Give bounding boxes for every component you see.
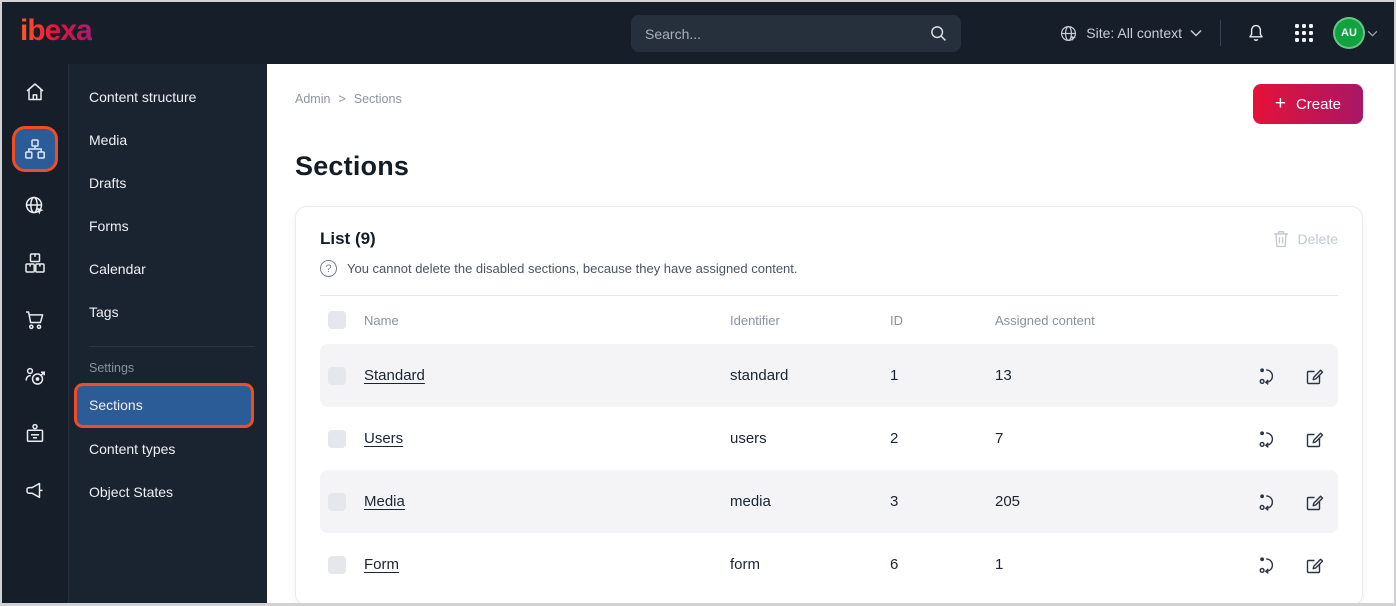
site-context-label: Site: All context (1086, 25, 1182, 41)
column-header-name: Name (364, 312, 399, 328)
list-info-text: You cannot delete the disabled sections,… (347, 261, 798, 276)
cart-icon[interactable] (15, 300, 55, 340)
notifications-bell-icon[interactable] (1239, 16, 1273, 50)
section-name-link[interactable]: Media (364, 493, 405, 510)
edit-icon[interactable] (1304, 429, 1324, 449)
badge-icon[interactable] (15, 414, 55, 454)
icon-rail (2, 64, 69, 603)
select-checkbox[interactable] (328, 555, 346, 574)
topbar-right-cluster: Site: All context AU (1059, 16, 1378, 50)
sidebar-item-forms[interactable]: Forms (69, 205, 267, 248)
section-id: 1 (890, 367, 899, 384)
section-assigned-content: 205 (995, 493, 1021, 510)
sidebar-item-content-types[interactable]: Content types (69, 428, 267, 471)
edit-icon[interactable] (1304, 366, 1324, 386)
global-search (631, 15, 961, 52)
section-identifier: standard (730, 367, 789, 384)
column-header-id: ID (890, 312, 903, 328)
select-all-checkbox[interactable] (328, 311, 346, 329)
ibexa-logo[interactable]: ibexa (20, 16, 93, 50)
search-icon[interactable] (927, 23, 949, 45)
list-header: List (9) (320, 229, 376, 248)
person-target-icon[interactable] (15, 357, 55, 397)
sidebar-item-sections[interactable]: Sections (77, 386, 251, 425)
list-info: ? You cannot delete the disabled section… (320, 260, 1338, 277)
chevron-down-icon (1367, 30, 1378, 37)
section-identifier: media (730, 493, 771, 510)
user-menu[interactable]: AU (1335, 19, 1378, 47)
sidebar-item-object-states[interactable]: Object States (69, 471, 267, 514)
breadcrumb-admin[interactable]: Admin (295, 92, 330, 106)
section-name-link[interactable]: Form (364, 556, 399, 573)
site-context-switcher[interactable]: Site: All context (1059, 24, 1202, 43)
plus-icon: + (1274, 92, 1286, 114)
assign-content-icon[interactable] (1258, 492, 1278, 512)
delete-button[interactable]: Delete (1273, 230, 1338, 248)
edit-icon[interactable] (1304, 555, 1324, 575)
assign-content-icon[interactable] (1258, 366, 1278, 386)
section-id: 2 (890, 430, 899, 447)
app-window: ibexa Site: All context (0, 0, 1396, 606)
section-assigned-content: 13 (995, 367, 1012, 384)
column-header-identifier: Identifier (730, 312, 780, 328)
column-header-assigned-content: Assigned content (995, 312, 1095, 328)
topbar-divider (1220, 20, 1221, 46)
page-title: Sections (295, 151, 410, 181)
sidebar-item-media[interactable]: Media (69, 119, 267, 162)
breadcrumb-separator: > (338, 92, 346, 106)
search-input[interactable] (645, 25, 927, 42)
sidebar-item-drafts[interactable]: Drafts (69, 162, 267, 205)
section-name-link[interactable]: Users (364, 430, 403, 447)
sidebar-item-calendar[interactable]: Calendar (69, 248, 267, 291)
create-button[interactable]: + Create (1252, 84, 1363, 124)
globe-icon (1059, 24, 1078, 43)
section-id: 3 (890, 493, 899, 510)
table-row: Standard standard 1 13 (320, 344, 1338, 407)
select-checkbox[interactable] (328, 366, 346, 385)
top-bar: ibexa Site: All context (2, 2, 1394, 64)
table-row: Form form 6 1 (320, 533, 1338, 596)
section-identifier: users (730, 430, 767, 447)
home-icon[interactable] (15, 72, 55, 112)
select-checkbox[interactable] (328, 492, 346, 511)
breadcrumb-sections: Sections (353, 92, 402, 106)
section-assigned-content: 7 (995, 430, 1004, 447)
megaphone-icon[interactable] (15, 471, 55, 511)
content-structure-tree-icon[interactable] (15, 129, 55, 169)
settings-section-header: Settings (89, 361, 135, 375)
avatar: AU (1335, 19, 1363, 47)
globe-pointer-icon[interactable] (15, 186, 55, 226)
chevron-down-icon (1190, 29, 1202, 37)
edit-icon[interactable] (1304, 492, 1324, 512)
boxes-icon[interactable] (15, 243, 55, 283)
main-content: Admin > Sections + Create Sections List … (267, 64, 1394, 603)
breadcrumb: Admin > Sections (295, 92, 402, 106)
table-header: Name Identifier ID Assigned content (320, 296, 1338, 344)
sidebar-item-content-structure[interactable]: Content structure (69, 76, 267, 119)
trash-icon (1273, 230, 1289, 248)
section-assigned-content: 1 (995, 556, 1004, 573)
table-row: Users users 2 7 (320, 407, 1338, 470)
help-circle-icon: ? (320, 260, 337, 277)
app-grid-icon[interactable] (1287, 16, 1321, 50)
select-checkbox[interactable] (328, 429, 346, 448)
menu-divider (89, 346, 255, 347)
sections-list-card: List (9) Delete ? You cannot delete the … (295, 206, 1363, 603)
sidebar-item-tags[interactable]: Tags (69, 291, 267, 334)
section-id: 6 (890, 556, 899, 573)
table-row: Media media 3 205 (320, 470, 1338, 533)
delete-button-label: Delete (1297, 231, 1338, 247)
create-button-label: Create (1295, 95, 1341, 113)
section-name-link[interactable]: Standard (364, 367, 425, 384)
assign-content-icon[interactable] (1258, 555, 1278, 575)
sidebar-menu: Content structure Media Drafts Forms Cal… (69, 64, 267, 603)
assign-content-icon[interactable] (1258, 429, 1278, 449)
section-identifier: form (730, 556, 760, 573)
